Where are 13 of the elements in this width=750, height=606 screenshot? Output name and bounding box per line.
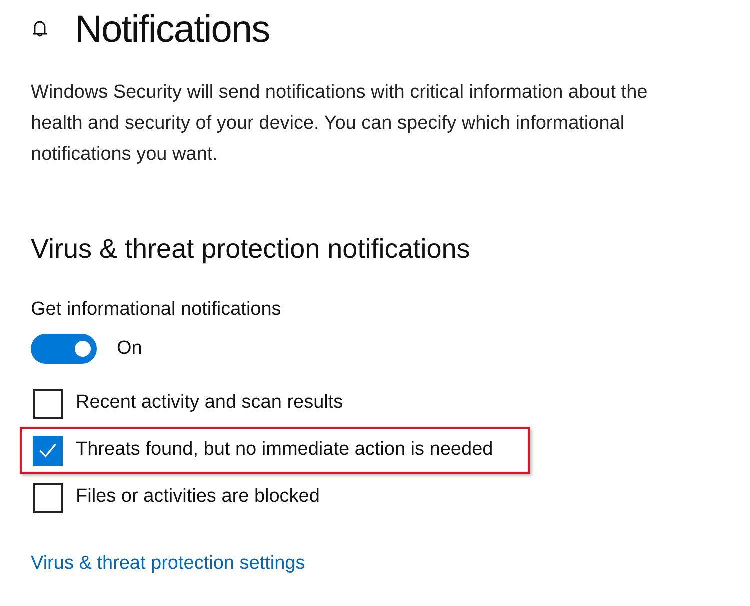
checkbox[interactable]: [33, 436, 63, 466]
checkbox-label: Threats found, but no immediate action is needed: [76, 438, 494, 462]
toggle-switch[interactable]: [31, 334, 97, 364]
checkbox[interactable]: [33, 482, 63, 512]
toggle-label: Get informational notifications: [31, 298, 282, 322]
section-heading: Virus & threat protection notifications: [31, 233, 472, 266]
checkbox[interactable]: [33, 388, 63, 418]
description-text: Windows Security will send notifications with critical information about the health and security of your device. You can specify which informational notifications you want.: [31, 81, 649, 167]
page-title: Notifications: [75, 11, 270, 49]
checkbox-label: Recent activity and scan results: [76, 391, 344, 416]
settings-link[interactable]: Virus & threat protection settings: [31, 550, 306, 578]
checkbox-label: Files or activities are blocked: [76, 485, 320, 510]
toggle-state-text: On: [117, 336, 142, 361]
